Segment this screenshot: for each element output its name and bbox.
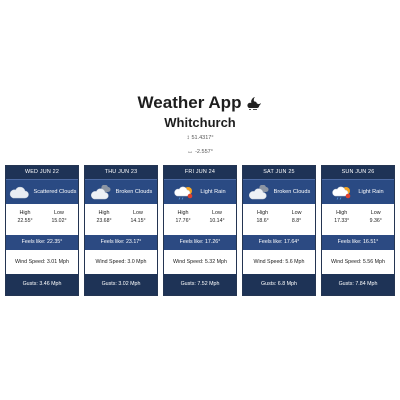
high-label: High (336, 210, 348, 216)
low-value: 10.14° (209, 217, 225, 224)
broken-clouds-icon (248, 184, 270, 200)
temp-low: Low 8.8° (292, 210, 302, 232)
low-value: 14.15° (130, 217, 146, 224)
card-condition: Scattered Clouds (6, 179, 78, 204)
forecast-cards: WED JUN 22 Scattered Clouds High 22.55° … (5, 165, 395, 296)
wind-speed: Wind Speed: 5.32 Mph (164, 250, 236, 274)
high-value: 23.68° (96, 217, 112, 224)
longitude: ↔ -2.557° (0, 148, 400, 156)
condition-text: Broken Clouds (273, 188, 311, 195)
condition-text: Broken Clouds (115, 188, 153, 195)
low-value: 15.02° (51, 217, 67, 224)
scattered-clouds-icon (8, 185, 30, 200)
broken-clouds-icon (90, 184, 112, 200)
gusts: Gusts: 7.52 Mph (164, 274, 236, 295)
card-condition: Broken Clouds (85, 179, 157, 204)
forecast-card-1: WED JUN 22 Scattered Clouds High 22.55° … (5, 165, 79, 296)
forecast-card-2: THU JUN 23 Broken Clouds High 23.68° Low… (84, 165, 158, 296)
card-day: THU JUN 23 (85, 166, 157, 179)
gusts: Gusts: 3.46 Mph (6, 274, 78, 295)
latitude-value: 51.4317° (191, 135, 214, 141)
high-label: High (177, 210, 189, 216)
condition-text: Light Rain (358, 188, 384, 195)
card-day: FRI JUN 24 (164, 166, 236, 179)
temp-low: Low 9.36° (370, 210, 382, 232)
gusts: Gusts: 3.02 Mph (85, 274, 157, 295)
latitude: ↕ 51.4317° (0, 134, 400, 142)
temp-low: Low 15.02° (51, 210, 66, 232)
high-label: High (257, 210, 269, 216)
high-value: 17.76° (175, 217, 191, 224)
feels-like: Feels like: 17.64° (243, 235, 315, 250)
wind-speed: Wind Speed: 3.01 Mph (6, 250, 78, 274)
up-down-arrow-icon: ↕ (186, 135, 190, 141)
gusts: Gusts: 7.84 Mph (322, 274, 394, 295)
temp-high: High 22.55° (17, 210, 32, 232)
city-name: Whitchurch (164, 115, 236, 130)
light-rain-icon (332, 185, 354, 200)
condition-text: Scattered Clouds (33, 188, 77, 195)
card-day: SAT JUN 25 (243, 166, 315, 179)
wind-speed: Wind Speed: 5.6 Mph (243, 250, 315, 274)
temp-high: High 18.6° (256, 210, 268, 232)
cloud-moon-icon (246, 96, 262, 110)
wind-speed: Wind Speed: 3.0 Mph (85, 250, 157, 274)
left-right-arrow-icon: ↔ (187, 149, 194, 155)
longitude-value: -2.557° (195, 149, 213, 155)
temp-low: Low 10.14° (209, 210, 224, 232)
forecast-card-5: SUN JUN 26 Light Rain High 17.33° Low 9.… (321, 165, 395, 296)
card-day: WED JUN 22 (6, 166, 78, 179)
card-temps: High 17.76° Low 10.14° (164, 204, 236, 235)
low-label: Low (370, 210, 381, 216)
app-title: Weather App (138, 92, 263, 114)
card-condition: Light Rain (164, 179, 236, 204)
card-temps: High 22.55° Low 15.02° (6, 204, 78, 235)
card-condition: Broken Clouds (243, 179, 315, 204)
high-label: High (98, 210, 110, 216)
low-label: Low (212, 210, 222, 216)
high-value: 17.33° (334, 217, 350, 224)
low-label: Low (291, 210, 302, 216)
low-value: 8.8° (291, 217, 302, 224)
low-label: Low (54, 210, 64, 216)
card-temps: High 18.6° Low 8.8° (243, 204, 315, 235)
forecast-card-3: FRI JUN 24 Light Rain High 17.76° Low 10… (163, 165, 237, 296)
gusts: Gusts: 6.8 Mph (243, 274, 315, 295)
high-label: High (19, 210, 31, 216)
low-label: Low (133, 210, 143, 216)
high-value: 22.55° (17, 217, 33, 224)
app-title-text: Weather App (137, 93, 242, 112)
high-value: 18.6° (256, 217, 269, 224)
feels-like: Feels like: 23.17° (85, 235, 157, 250)
card-condition: Light Rain (322, 179, 394, 204)
card-day: SUN JUN 26 (322, 166, 394, 179)
temp-high: High 23.68° (96, 210, 111, 232)
wind-speed: Wind Speed: 5.56 Mph (322, 250, 394, 274)
forecast-card-4: SAT JUN 25 Broken Clouds High 18.6° Low … (242, 165, 316, 296)
temp-low: Low 14.15° (130, 210, 145, 232)
app-header: Weather App Whitchurch ↕ 51.4317° ↔ -2.557… (0, 92, 400, 156)
feels-like: Feels like: 17.26° (164, 235, 236, 250)
feels-like: Feels like: 16.51° (322, 235, 394, 250)
temp-high: High 17.76° (175, 210, 190, 232)
card-temps: High 23.68° Low 14.15° (85, 204, 157, 235)
feels-like: Feels like: 22.35° (6, 235, 78, 250)
temp-high: High 17.33° (334, 210, 349, 232)
card-temps: High 17.33° Low 9.36° (322, 204, 394, 235)
light-rain-icon (174, 185, 196, 200)
condition-text: Light Rain (200, 188, 226, 195)
low-value: 9.36° (369, 217, 382, 224)
